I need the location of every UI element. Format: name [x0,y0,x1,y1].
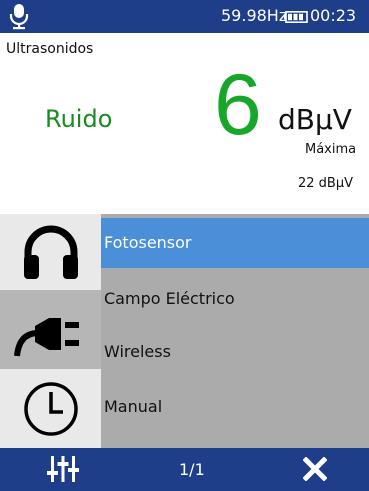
microphone-icon [9,4,29,30]
clock-readout: 00:23 [310,6,357,25]
measurement-value: 6 [214,57,262,153]
measurement-unit: dBµV [278,103,352,136]
close-icon[interactable] [303,457,327,481]
clock-tab[interactable] [0,369,101,448]
battery-icon [284,11,308,23]
frequency-readout: 59.98Hz [221,6,288,25]
menu-item-wireless[interactable]: Wireless [101,327,369,377]
headphones-icon [23,225,78,279]
mode-list: Fotosensor Campo Eléctrico Wireless Manu… [0,214,369,448]
menu-item-fotosensor[interactable]: Fotosensor [101,218,369,268]
menu-item-campo-electrico[interactable]: Campo Eléctrico [101,274,369,324]
bottom-toolbar: 1/1 [0,448,369,491]
plug-tab[interactable] [0,290,101,369]
status-bar: 59.98Hz 00:23 [0,0,369,33]
status-label: Ruido [45,105,113,133]
max-label: Máxima [305,142,357,157]
menu-item-manual[interactable]: Manual [101,382,369,432]
clock-icon [23,381,78,436]
equalizer-sliders-icon[interactable] [47,453,79,485]
page-indicator: 1/1 [179,460,205,479]
headphones-tab[interactable] [0,214,101,290]
mode-title: Ultrasonidos [6,41,94,57]
mode-icon-column [0,214,101,448]
plug-icon [13,317,79,356]
max-value: 22 dBµV [298,176,354,191]
